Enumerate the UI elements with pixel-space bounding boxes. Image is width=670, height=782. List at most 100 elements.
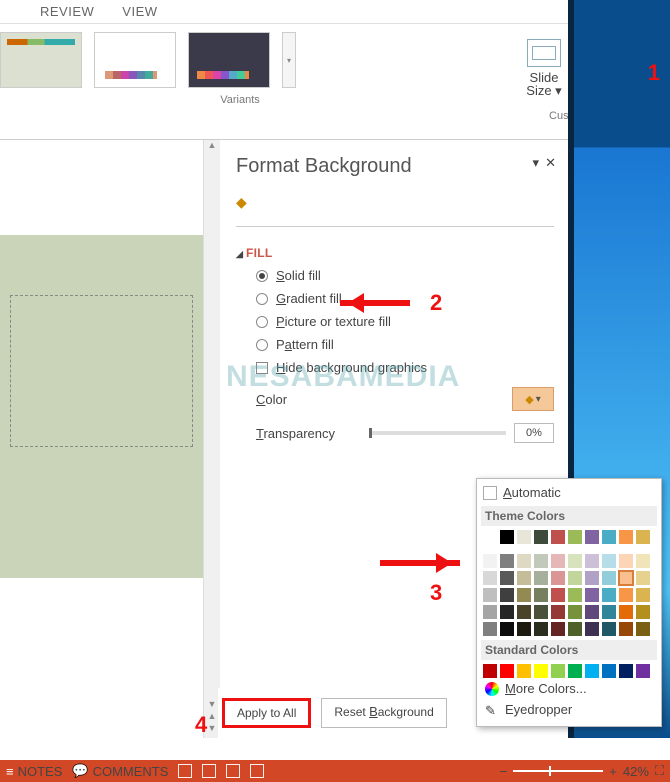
slide-preview[interactable]: [0, 235, 203, 578]
color-swatch[interactable]: [483, 530, 497, 544]
color-swatch[interactable]: [585, 622, 599, 636]
color-swatch[interactable]: [585, 571, 599, 585]
sorter-view-icon[interactable]: [202, 764, 216, 778]
color-swatch[interactable]: [619, 588, 633, 602]
apply-to-all-button[interactable]: Apply to All: [222, 698, 311, 728]
color-swatch[interactable]: [602, 605, 616, 619]
color-swatch[interactable]: [483, 664, 497, 678]
color-swatch[interactable]: [568, 605, 582, 619]
fill-tab-icon[interactable]: [236, 194, 254, 210]
variant-thumb[interactable]: [188, 32, 270, 88]
color-swatch[interactable]: [585, 588, 599, 602]
vertical-scrollbar[interactable]: [203, 140, 220, 738]
variant-thumb[interactable]: [0, 32, 82, 88]
color-swatch[interactable]: [517, 588, 531, 602]
color-swatch[interactable]: [585, 554, 599, 568]
color-swatch[interactable]: [568, 530, 582, 544]
color-swatch[interactable]: [500, 571, 514, 585]
color-swatch[interactable]: [517, 554, 531, 568]
color-swatch[interactable]: [551, 622, 565, 636]
zoom-in-icon[interactable]: +: [609, 764, 617, 779]
color-swatch[interactable]: [534, 664, 548, 678]
color-swatch[interactable]: [534, 622, 548, 636]
color-swatch[interactable]: [483, 554, 497, 568]
solid-fill-radio[interactable]: SSolid fillolid fill: [256, 268, 554, 283]
color-swatch[interactable]: [602, 588, 616, 602]
color-swatch[interactable]: [602, 571, 616, 585]
color-swatch[interactable]: [585, 605, 599, 619]
slideshow-view-icon[interactable]: [250, 764, 264, 778]
fit-to-window-icon[interactable]: ⛶: [655, 763, 664, 779]
color-swatch[interactable]: [636, 530, 650, 544]
reading-view-icon[interactable]: [226, 764, 240, 778]
color-swatch[interactable]: [585, 664, 599, 678]
color-swatch[interactable]: [551, 588, 565, 602]
color-swatch[interactable]: [619, 571, 633, 585]
fill-section-header[interactable]: FILL: [236, 246, 273, 260]
color-swatch[interactable]: [568, 571, 582, 585]
automatic-color-item[interactable]: Automatic: [483, 485, 655, 500]
color-swatch[interactable]: [568, 622, 582, 636]
color-swatch[interactable]: [517, 530, 531, 544]
pattern-fill-radio[interactable]: Pattern fill: [256, 337, 554, 352]
color-swatch[interactable]: [500, 605, 514, 619]
color-swatch[interactable]: [602, 664, 616, 678]
color-swatch[interactable]: [534, 530, 548, 544]
color-swatch[interactable]: [619, 530, 633, 544]
color-swatch[interactable]: [483, 588, 497, 602]
color-swatch[interactable]: [568, 554, 582, 568]
color-swatch[interactable]: [551, 664, 565, 678]
color-swatch[interactable]: [602, 622, 616, 636]
color-swatch[interactable]: [619, 554, 633, 568]
color-swatch[interactable]: [636, 571, 650, 585]
color-swatch[interactable]: [500, 554, 514, 568]
color-swatch[interactable]: [517, 622, 531, 636]
color-swatch[interactable]: [534, 605, 548, 619]
transparency-value[interactable]: 0%: [514, 423, 554, 443]
tab-review[interactable]: REVIEW: [40, 4, 94, 19]
color-swatch[interactable]: [517, 664, 531, 678]
variant-thumb[interactable]: [94, 32, 176, 88]
color-swatch[interactable]: [483, 622, 497, 636]
reset-background-button[interactable]: Reset Background: [321, 698, 446, 728]
color-swatch[interactable]: [500, 530, 514, 544]
pane-close-icon[interactable]: ✕: [545, 155, 556, 170]
color-swatch[interactable]: [483, 571, 497, 585]
color-swatch[interactable]: [568, 664, 582, 678]
color-swatch[interactable]: [619, 622, 633, 636]
zoom-slider[interactable]: [513, 770, 603, 772]
color-swatch[interactable]: [500, 622, 514, 636]
color-swatch[interactable]: [636, 622, 650, 636]
fill-color-button[interactable]: [512, 387, 554, 411]
pane-options-icon[interactable]: ▾: [532, 155, 539, 170]
transparency-slider[interactable]: [369, 431, 506, 435]
color-swatch[interactable]: [568, 588, 582, 602]
color-swatch[interactable]: [636, 554, 650, 568]
color-swatch[interactable]: [534, 588, 548, 602]
picture-fill-radio[interactable]: Picture or texture fill: [256, 314, 554, 329]
more-colors-item[interactable]: More Colors...: [483, 678, 655, 699]
color-swatch[interactable]: [534, 571, 548, 585]
color-swatch[interactable]: [551, 530, 565, 544]
tab-view[interactable]: VIEW: [122, 4, 157, 19]
color-swatch[interactable]: [619, 664, 633, 678]
zoom-value[interactable]: 42%: [623, 764, 649, 779]
color-swatch[interactable]: [636, 588, 650, 602]
slide-size-button[interactable]: Slide Size ▾: [515, 28, 573, 108]
color-swatch[interactable]: [602, 554, 616, 568]
color-swatch[interactable]: [483, 605, 497, 619]
color-swatch[interactable]: [517, 571, 531, 585]
eyedropper-item[interactable]: ✎Eyedropper: [483, 699, 655, 720]
color-swatch[interactable]: [619, 605, 633, 619]
variants-more-icon[interactable]: ▾: [282, 32, 296, 88]
notes-button[interactable]: ≡ NOTES: [6, 764, 62, 779]
zoom-out-icon[interactable]: −: [500, 764, 508, 779]
color-swatch[interactable]: [636, 605, 650, 619]
color-swatch[interactable]: [517, 605, 531, 619]
color-swatch[interactable]: [585, 530, 599, 544]
hide-bg-checkbox[interactable]: Hide background graphics: [256, 360, 554, 375]
color-swatch[interactable]: [636, 664, 650, 678]
color-swatch[interactable]: [500, 664, 514, 678]
color-swatch[interactable]: [551, 605, 565, 619]
comments-button[interactable]: 💬 COMMENTS: [72, 763, 168, 779]
